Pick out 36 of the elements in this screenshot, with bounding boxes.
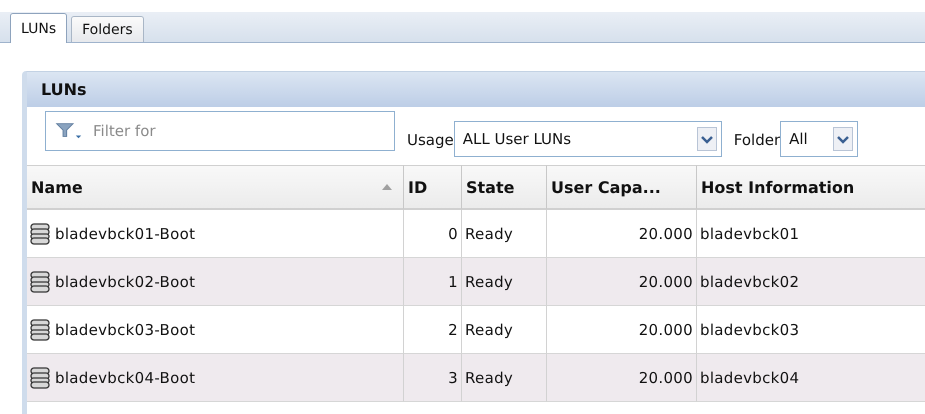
column-header[interactable]: Host Information: [697, 165, 925, 210]
folder-dropdown[interactable]: All: [780, 121, 858, 157]
caret-icon: [696, 127, 717, 151]
table-cell: bladevbck04: [697, 354, 925, 402]
disk-stack-icon: [30, 270, 50, 292]
caret-icon: [833, 127, 854, 151]
disk-stack-icon: [30, 366, 50, 388]
table-cell: Ready: [462, 306, 547, 354]
table-cell: Ready: [462, 210, 547, 258]
tab[interactable]: LUNs: [10, 13, 68, 43]
table-cell: 1: [404, 258, 462, 306]
table-cell: 20.000: [547, 210, 697, 258]
disk-stack-icon: [30, 222, 50, 244]
disk-stack-icon: [30, 318, 50, 340]
table-cell: 20.000: [547, 354, 697, 402]
table-cell: 0: [404, 210, 462, 258]
table-cell: bladevbck02-Boot: [27, 258, 404, 306]
column-header[interactable]: State: [462, 165, 547, 210]
column-header[interactable]: ID: [404, 165, 462, 210]
table-cell: bladevbck03-Boot: [27, 306, 404, 354]
table-cell: 2: [404, 306, 462, 354]
table-cell: 20.000: [547, 306, 697, 354]
table-cell: 20.000: [547, 258, 697, 306]
usage-dropdown[interactable]: ALL User LUNs: [454, 121, 722, 157]
usage-label: Usage: [407, 131, 454, 149]
column-header[interactable]: Name: [27, 165, 404, 210]
tab[interactable]: Folders: [71, 16, 144, 42]
table-cell: bladevbck02: [697, 258, 925, 306]
column-header[interactable]: User Capa...: [547, 165, 697, 210]
table-cell: Ready: [462, 354, 547, 402]
table-cell: bladevbck04-Boot: [27, 354, 404, 402]
folder-label: Folder: [734, 131, 780, 149]
table-cell: Ready: [462, 258, 547, 306]
table-cell: bladevbck01-Boot: [27, 210, 404, 258]
table-cell: 3: [404, 354, 462, 402]
panel-title: LUNs: [27, 72, 925, 107]
